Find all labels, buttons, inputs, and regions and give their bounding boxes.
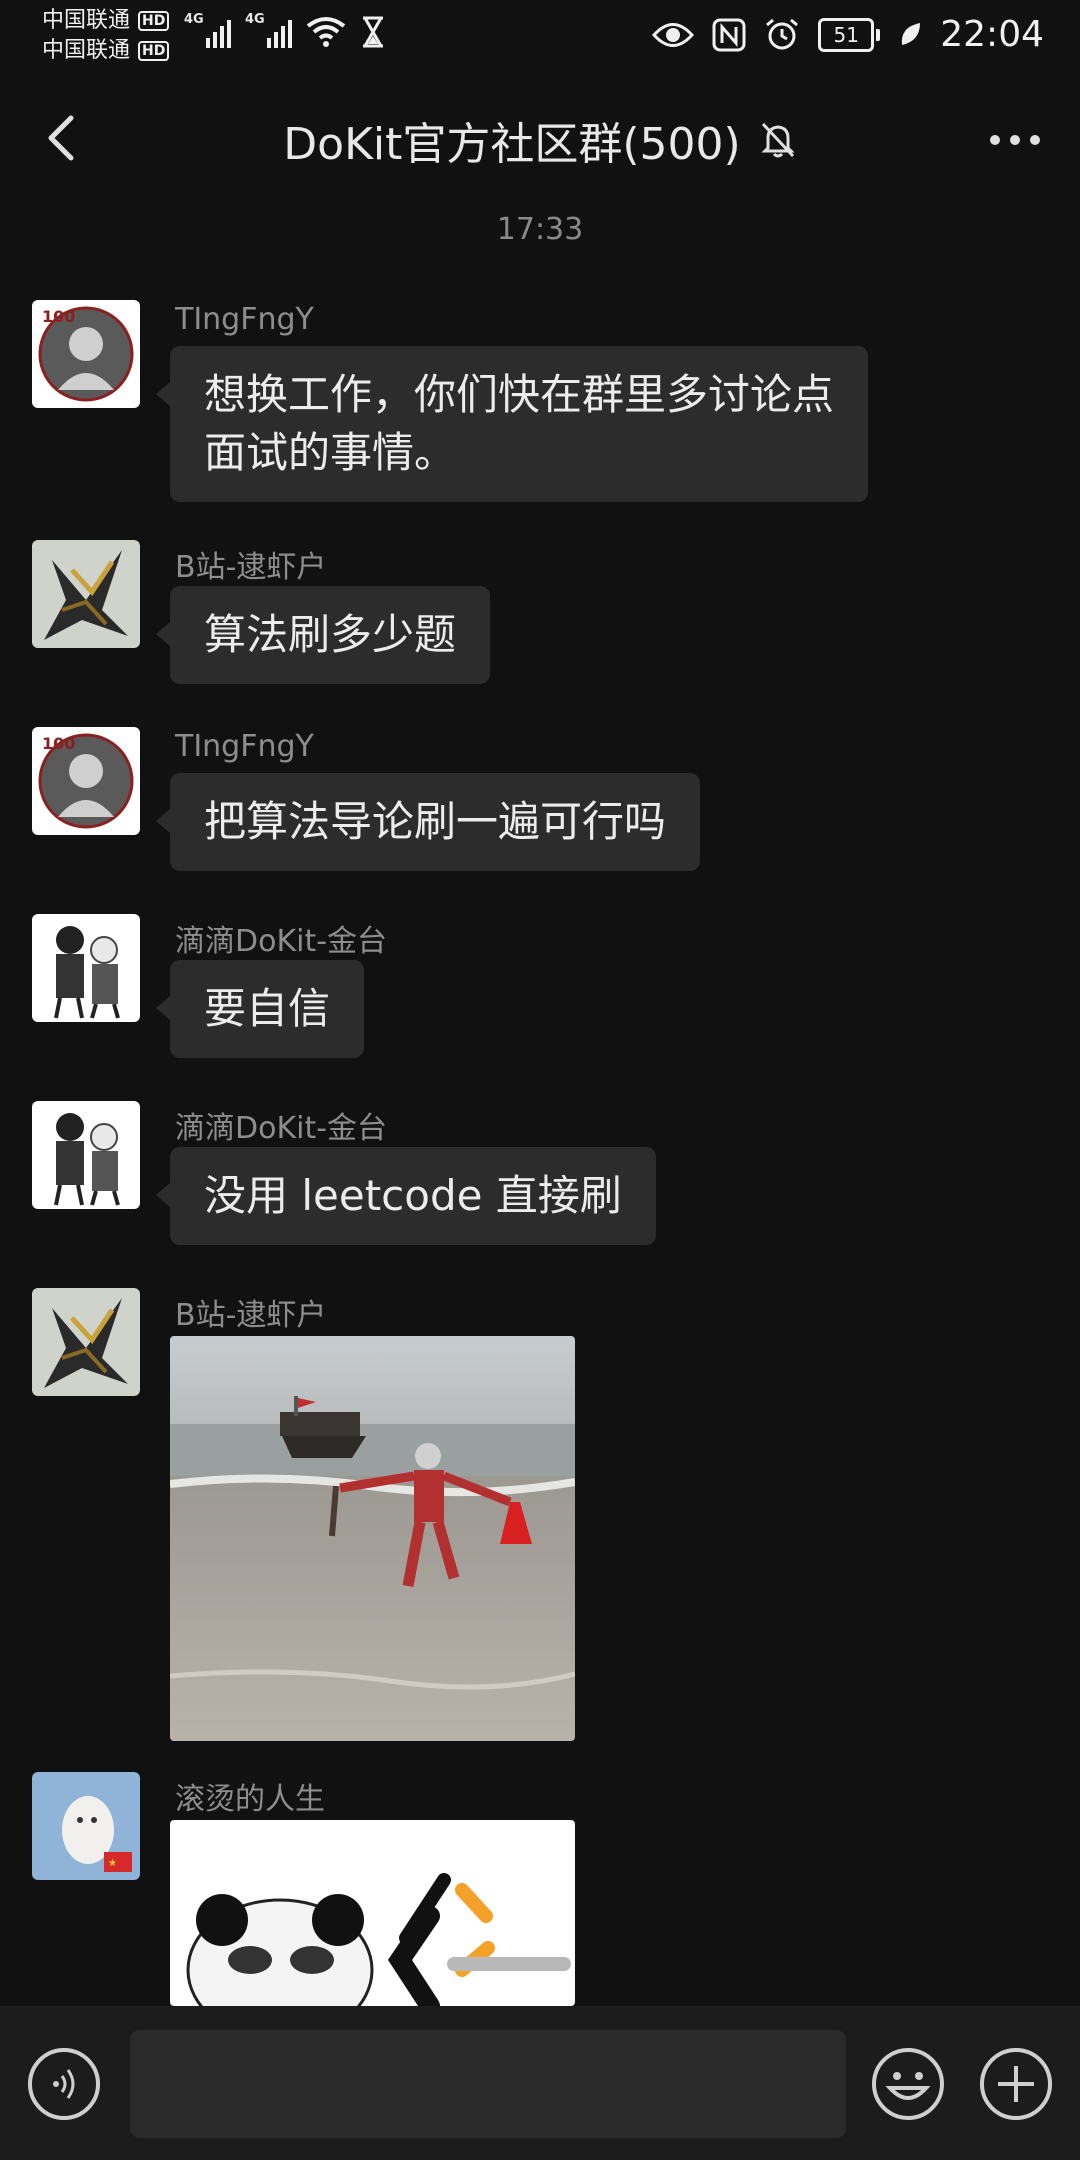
leaf-icon bbox=[902, 22, 921, 45]
carrier-label: 中国联通 bbox=[42, 38, 131, 63]
network-type-label: 4G bbox=[245, 12, 265, 27]
sender-name: 滴滴DoKit-金台 bbox=[175, 1111, 388, 1146]
message-text: 把算法导论刷一遍可行吗 bbox=[204, 797, 667, 846]
message-text: 要自信 bbox=[204, 984, 331, 1033]
message-bubble[interactable]: 想换工作，你们快在群里多讨论点 面试的事情。 bbox=[155, 346, 869, 502]
battery-level: 51 bbox=[818, 17, 875, 52]
hourglass-icon bbox=[363, 16, 383, 48]
svg-text:100: 100 bbox=[42, 307, 75, 326]
message-bubble[interactable]: 把算法导论刷一遍可行吗 bbox=[155, 773, 701, 871]
more-options-button[interactable] bbox=[980, 110, 1050, 170]
battery-icon: 51 bbox=[818, 17, 881, 52]
emoji-icon bbox=[872, 2048, 944, 2120]
wifi-icon bbox=[306, 17, 346, 47]
message-text: 算法刷多少题 bbox=[204, 610, 457, 659]
svg-text:★: ★ bbox=[108, 1858, 117, 1869]
signal-indicators: 4G 4G bbox=[184, 12, 386, 48]
status-bar: 中国联通 HD 中国联通 HD 4G 4G 51 22:04 bbox=[0, 0, 1080, 72]
alarm-icon bbox=[766, 18, 799, 49]
hd-badge: HD bbox=[138, 41, 170, 61]
message-bubble[interactable]: 要自信 bbox=[155, 960, 365, 1058]
avatar[interactable] bbox=[32, 1101, 140, 1209]
message-text: 想换工作，你们快在群里多讨论点 bbox=[204, 370, 835, 419]
hd-badge: HD bbox=[138, 11, 170, 31]
nfc-icon bbox=[712, 18, 746, 51]
avatar[interactable]: ★ bbox=[32, 1772, 140, 1880]
status-right: 51 22:04 bbox=[652, 14, 1044, 55]
message-bubble[interactable]: 算法刷多少题 bbox=[155, 586, 491, 684]
mute-bell-icon bbox=[761, 122, 795, 158]
signal-icon: 4G bbox=[184, 12, 231, 48]
chat-title: DoKit官方社区群(500) bbox=[283, 119, 741, 170]
avatar[interactable] bbox=[32, 914, 140, 1022]
sender-name: B站-逮虾户 bbox=[175, 1298, 327, 1333]
sender-name: 滚烫的人生 bbox=[175, 1782, 325, 1817]
carrier-label: 中国联通 bbox=[42, 8, 131, 33]
input-bar bbox=[0, 2006, 1080, 2160]
message-bubble[interactable]: 没用 leetcode 直接刷 bbox=[156, 1147, 656, 1245]
panda-sticker-image[interactable] bbox=[170, 1820, 575, 2006]
sender-name: TIngFngY bbox=[175, 729, 314, 764]
voice-button[interactable] bbox=[28, 2048, 100, 2120]
message-text: 没用 leetcode 直接刷 bbox=[204, 1171, 622, 1220]
sender-name: 滴滴DoKit-金台 bbox=[175, 924, 388, 959]
dot-icon bbox=[1010, 135, 1020, 145]
avatar[interactable] bbox=[32, 540, 140, 648]
dot-icon bbox=[1030, 135, 1040, 145]
chat-timestamp: 17:33 bbox=[496, 212, 584, 247]
sender-name: TIngFngY bbox=[175, 302, 314, 337]
signal-icon: 4G bbox=[245, 12, 292, 48]
message-text: 面试的事情。 bbox=[204, 428, 457, 477]
avatar[interactable] bbox=[32, 1288, 140, 1396]
network-type-label: 4G bbox=[184, 12, 204, 27]
message-input[interactable] bbox=[130, 2030, 846, 2138]
emoji-button[interactable] bbox=[870, 2046, 946, 2122]
clock: 22:04 bbox=[940, 14, 1044, 55]
chat-header: DoKit官方社区群(500) bbox=[0, 72, 1080, 202]
svg-text:100: 100 bbox=[42, 734, 75, 753]
avatar[interactable]: 100 bbox=[32, 300, 140, 408]
beach-meme-image[interactable] bbox=[170, 1336, 575, 1741]
dot-icon bbox=[990, 135, 1000, 145]
plus-icon bbox=[980, 2048, 1052, 2120]
sender-name: B站-逮虾户 bbox=[175, 550, 327, 585]
voice-icon bbox=[53, 2069, 75, 2099]
eye-icon bbox=[652, 22, 695, 47]
avatar[interactable]: 100 bbox=[32, 727, 140, 835]
carrier-info: 中国联通 HD 中国联通 HD bbox=[42, 6, 170, 66]
more-actions-button[interactable] bbox=[978, 2046, 1054, 2122]
